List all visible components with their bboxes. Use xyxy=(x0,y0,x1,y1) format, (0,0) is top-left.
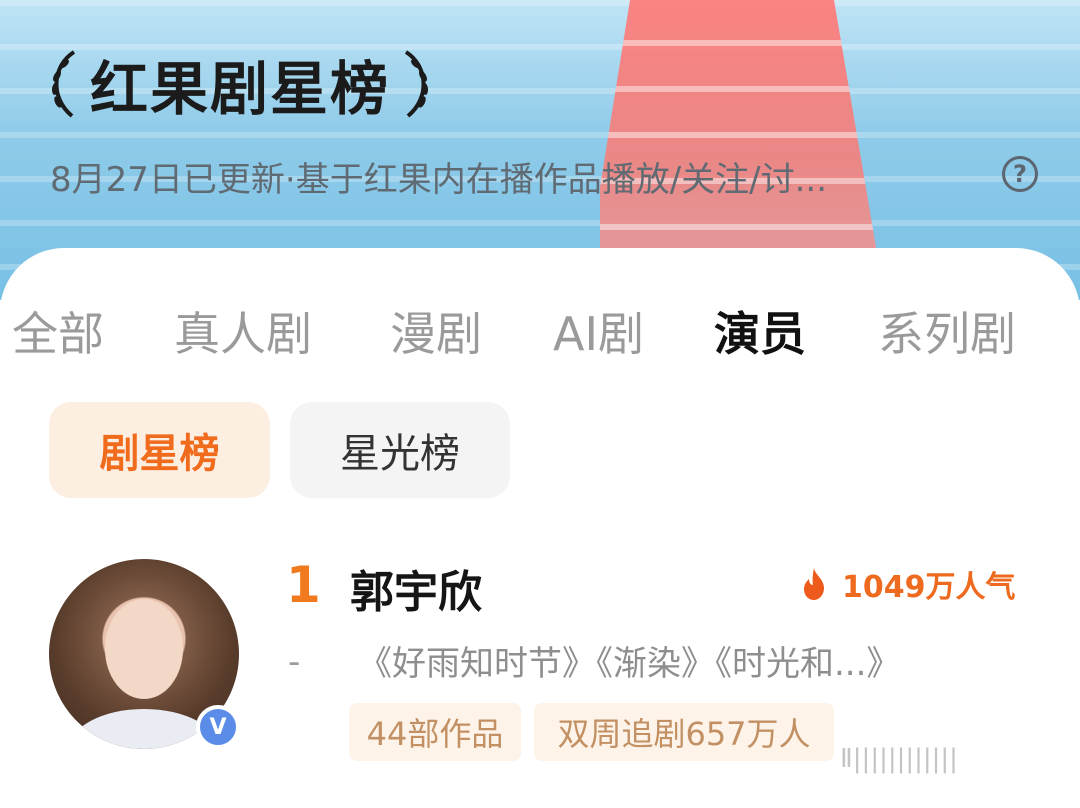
actor-name[interactable]: 郭宇欣 xyxy=(350,556,482,620)
help-icon[interactable]: ? xyxy=(1002,156,1038,192)
tab-all[interactable]: 全部 xyxy=(12,298,104,364)
avatar-face xyxy=(105,599,183,699)
tab-actors[interactable]: 演员 xyxy=(714,298,806,364)
rank-number: 1 xyxy=(286,556,321,614)
segment-starlight-ranking[interactable]: 星光榜 xyxy=(290,402,510,498)
tab-series[interactable]: 系列剧 xyxy=(878,298,1016,364)
page-title-group: 红果剧星榜 xyxy=(42,44,438,124)
tab-comic[interactable]: 漫剧 xyxy=(390,298,482,364)
tab-ai[interactable]: AI剧 xyxy=(553,298,644,364)
watermark: Ⅱ|||||||||||| xyxy=(840,744,958,774)
trend-indicator: - xyxy=(288,642,301,682)
laurel-right-icon xyxy=(404,50,429,118)
update-subtitle: 8月27日已更新·基于红果内在播作品播放/关注/讨... xyxy=(50,160,828,200)
works-list[interactable]: 《好雨知时节》《渐染》《时光和...》 xyxy=(358,636,900,685)
page-title: 红果剧星榜 xyxy=(90,55,391,123)
flame-icon xyxy=(804,568,824,600)
popularity: 1049万人气 xyxy=(800,562,1016,606)
laurel-left-icon xyxy=(51,50,76,118)
tab-live-action[interactable]: 真人剧 xyxy=(174,298,312,364)
verified-badge-icon: V xyxy=(196,705,240,749)
works-count-chip: 44部作品 xyxy=(349,703,521,761)
segment-drama-star-ranking[interactable]: 剧星榜 xyxy=(49,402,270,498)
category-tabs: 全部 真人剧 漫剧 AI剧 演员 系列剧 xyxy=(0,298,1080,361)
biweekly-followers-chip: 双周追剧657万人 xyxy=(534,703,834,761)
popularity-value: 1049万人气 xyxy=(842,570,1016,605)
